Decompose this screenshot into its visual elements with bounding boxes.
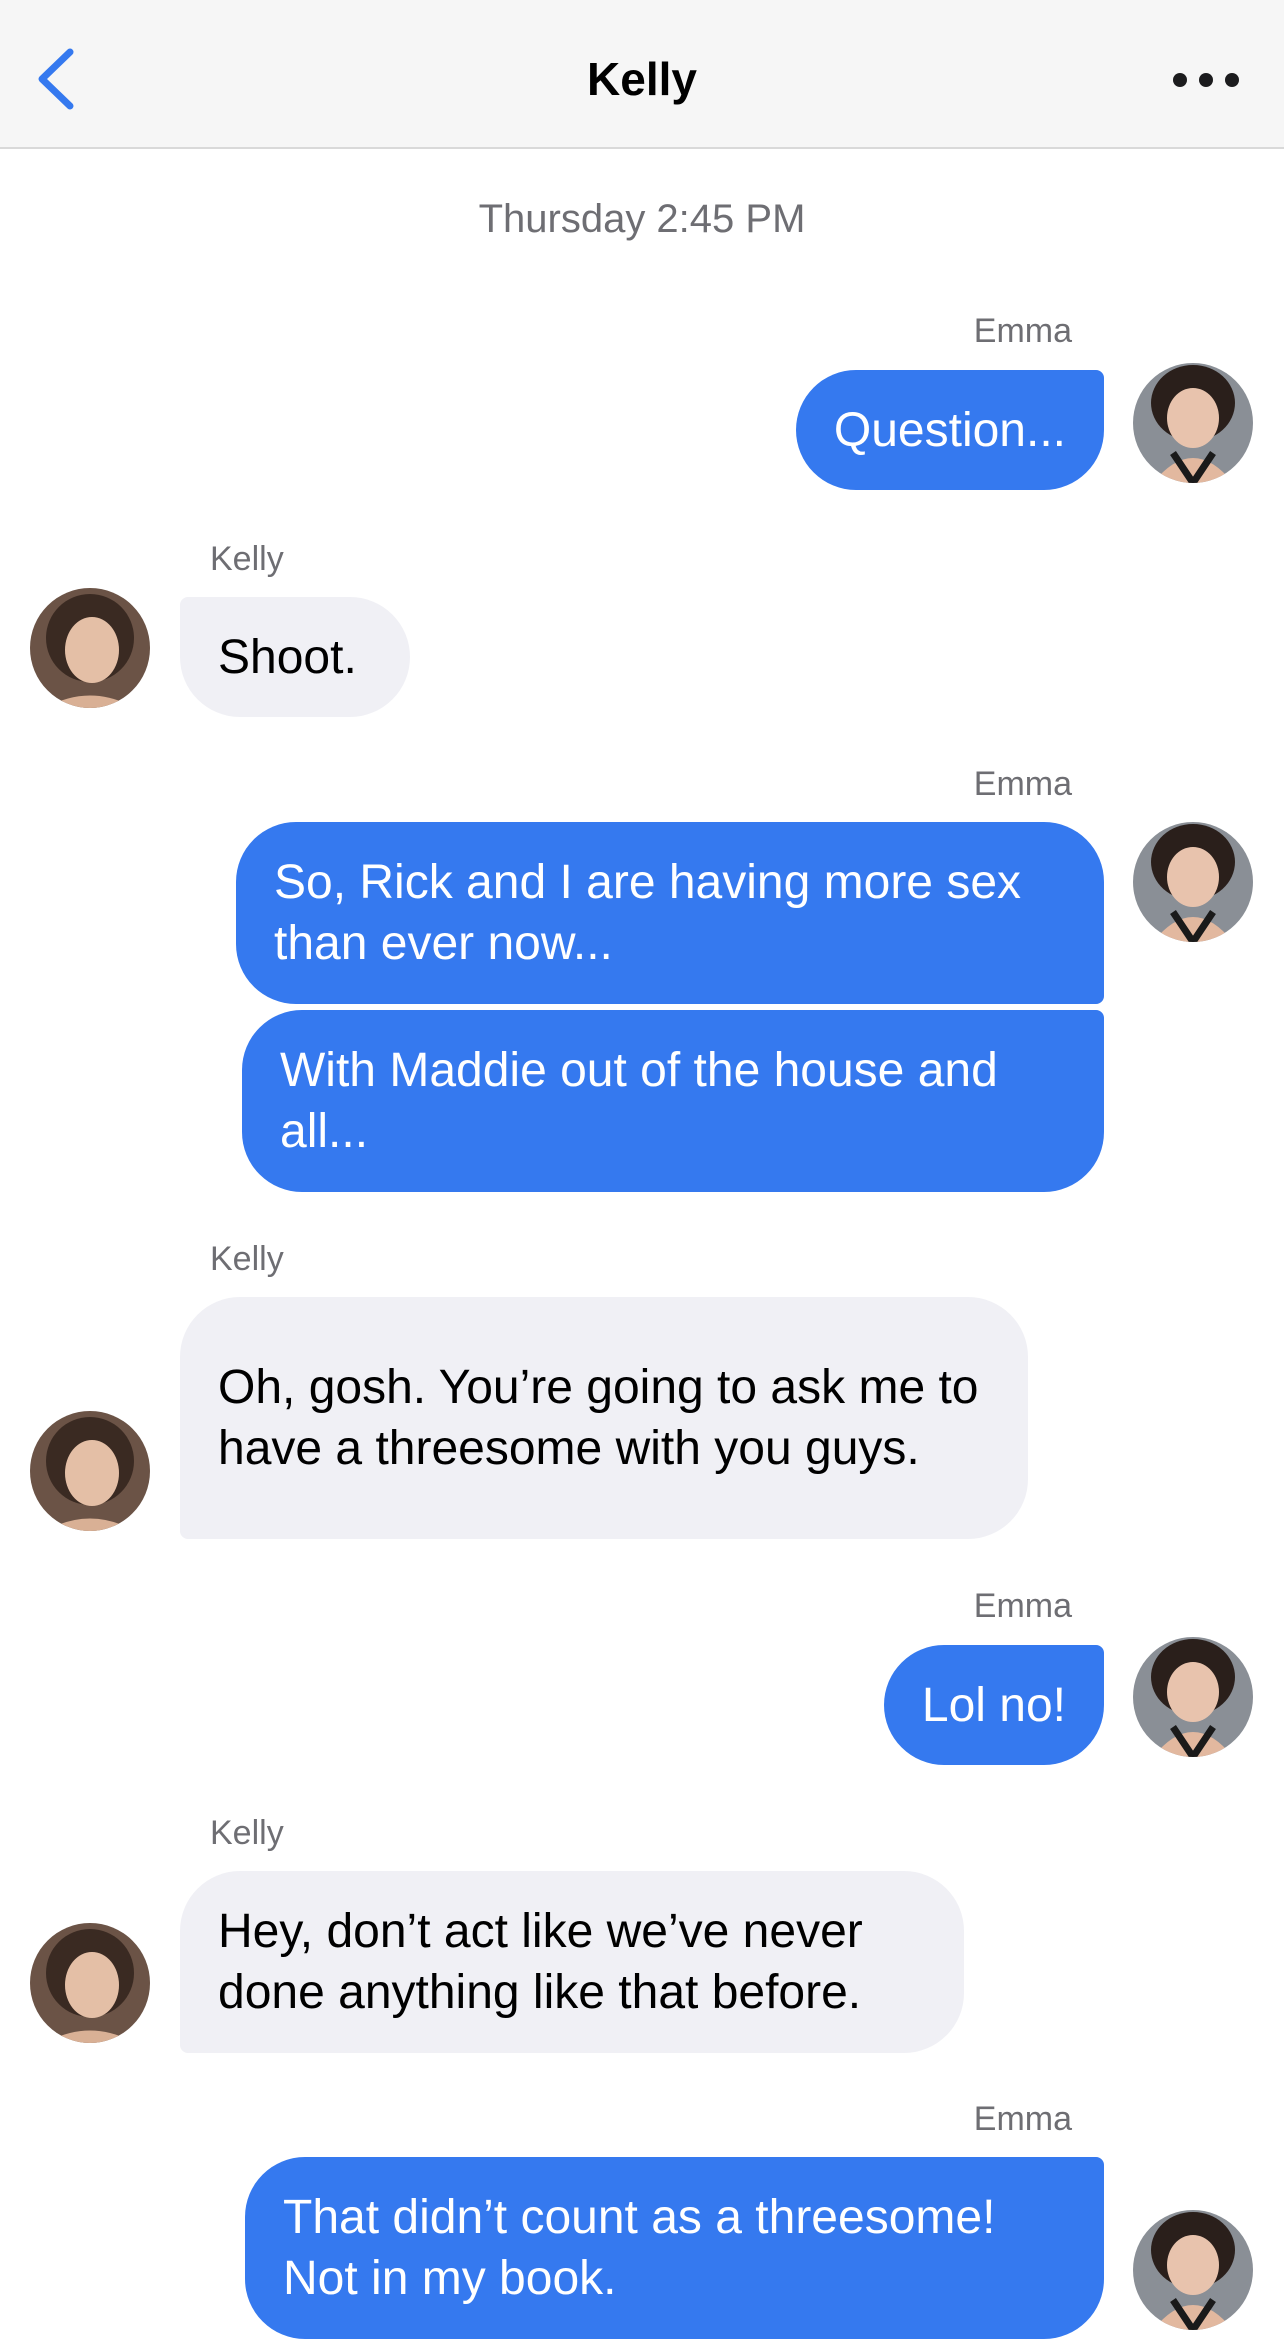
message-text: So, Rick and I are having more sex than …: [274, 856, 1022, 970]
message-text: That didn’t count as a threesome! Not in…: [283, 2191, 996, 2305]
sender-name: Kelly: [210, 1240, 284, 1278]
message-text: Question...: [833, 403, 1066, 457]
nav-header: Kelly: [0, 0, 1284, 149]
message-bubble-outgoing[interactable]: That didn’t count as a threesome! Not in…: [245, 2157, 1104, 2339]
sender-name: Kelly: [210, 540, 284, 578]
message-bubble-outgoing[interactable]: Question...: [795, 370, 1104, 490]
conversation-timestamp: Thursday 2:45 PM: [478, 197, 806, 241]
avatar-kelly[interactable]: [30, 1411, 150, 1531]
message-bubble-incoming[interactable]: Oh, gosh. You’re going to ask me to have…: [180, 1297, 1028, 1539]
message-bubble-outgoing[interactable]: With Maddie out of the house and all...: [242, 1010, 1104, 1192]
avatar-kelly[interactable]: [30, 588, 150, 708]
message-bubble-incoming[interactable]: Hey, don’t act like we’ve never done any…: [180, 1871, 964, 2053]
conversation-title: Kelly: [587, 53, 697, 105]
message-text: Lol no!: [921, 1678, 1066, 1732]
avatar-emma[interactable]: [1133, 2210, 1253, 2330]
message-bubble-outgoing[interactable]: So, Rick and I are having more sex than …: [236, 822, 1104, 1004]
message-text: Oh, gosh. You’re going to ask me to have…: [218, 1361, 979, 1475]
ellipsis-icon: [1173, 73, 1239, 87]
message-bubble-outgoing[interactable]: Lol no!: [883, 1645, 1104, 1765]
avatar-emma[interactable]: [1133, 1637, 1253, 1757]
more-button[interactable]: [1168, 56, 1244, 104]
message-bubble-incoming[interactable]: Shoot.: [180, 597, 410, 717]
avatar-emma[interactable]: [1133, 363, 1253, 483]
message-text: With Maddie out of the house and all...: [280, 1044, 998, 1158]
avatar-kelly[interactable]: [30, 1923, 150, 2043]
sender-name: Emma: [973, 1587, 1072, 1625]
sender-name: Kelly: [210, 1814, 284, 1852]
sender-name: Emma: [973, 312, 1072, 350]
message-text: Hey, don’t act like we’ve never done any…: [218, 1905, 863, 2019]
avatar-emma[interactable]: [1133, 822, 1253, 942]
message-text: Shoot.: [218, 630, 357, 684]
sender-name: Emma: [973, 2100, 1072, 2138]
sender-name: Emma: [973, 765, 1072, 803]
